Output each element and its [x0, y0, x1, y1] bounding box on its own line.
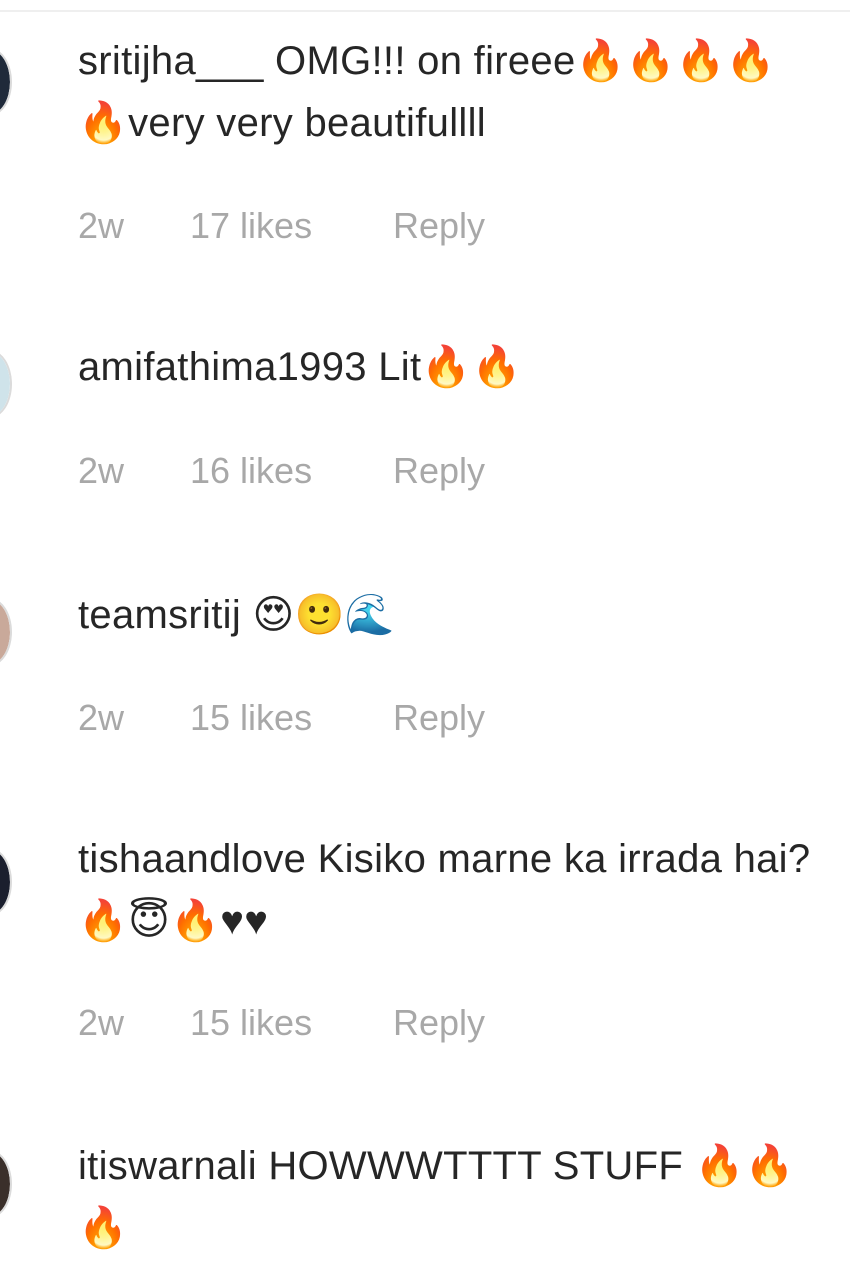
reply-button[interactable]: Reply: [393, 205, 485, 247]
comment-text: itiswarnali HOWWWTTTT STUFF 🔥🔥🔥: [78, 1135, 818, 1259]
comment-likes-count[interactable]: 16 likes: [190, 450, 393, 492]
reply-button[interactable]: Reply: [393, 697, 485, 739]
reply-button[interactable]: Reply: [393, 1002, 485, 1044]
avatar-image: [0, 1152, 10, 1216]
comment-likes-count[interactable]: 17 likes: [190, 205, 393, 247]
comment-username[interactable]: itiswarnali: [78, 1144, 257, 1188]
avatar-image: [0, 850, 10, 914]
avatar[interactable]: [0, 48, 12, 116]
comment-meta: 2w 16 likes Reply: [78, 450, 485, 492]
avatar[interactable]: [0, 350, 12, 418]
comment-username[interactable]: teamsritij: [78, 593, 241, 637]
comment-text: amifathima1993 Lit🔥🔥: [78, 336, 818, 398]
comment-body: Lit🔥🔥: [378, 345, 522, 389]
comment-username[interactable]: amifathima1993: [78, 345, 367, 389]
avatar[interactable]: [0, 848, 12, 916]
comment-timestamp[interactable]: 2w: [78, 450, 190, 492]
comment-meta: 2w 15 likes Reply: [78, 697, 485, 739]
comment-likes-count[interactable]: 15 likes: [190, 697, 393, 739]
avatar-image: [0, 600, 10, 664]
reply-button[interactable]: Reply: [393, 450, 485, 492]
comment-meta: 2w 17 likes Reply: [78, 205, 485, 247]
avatar-image: [0, 352, 10, 416]
comment-username[interactable]: tishaandlove: [78, 837, 306, 881]
comment-likes-count[interactable]: 15 likes: [190, 1002, 393, 1044]
avatar[interactable]: [0, 598, 12, 666]
comment-text: tishaandlove Kisiko marne ka irrada hai?…: [78, 828, 818, 952]
comment-timestamp[interactable]: 2w: [78, 697, 190, 739]
comment-username[interactable]: sritijha___: [78, 39, 264, 83]
comment-timestamp[interactable]: 2w: [78, 1002, 190, 1044]
comment-text: sritijha___ OMG!!! on fireee🔥🔥🔥🔥🔥very ve…: [78, 30, 818, 154]
comment-text: teamsritij 😍🙂🌊: [78, 584, 818, 646]
top-divider: [0, 10, 850, 12]
avatar-image: [0, 50, 10, 114]
comment-timestamp[interactable]: 2w: [78, 205, 190, 247]
comment-meta: 2w 15 likes Reply: [78, 1002, 485, 1044]
avatar[interactable]: [0, 1150, 12, 1218]
comment-body: 😍🙂🌊: [252, 593, 395, 637]
